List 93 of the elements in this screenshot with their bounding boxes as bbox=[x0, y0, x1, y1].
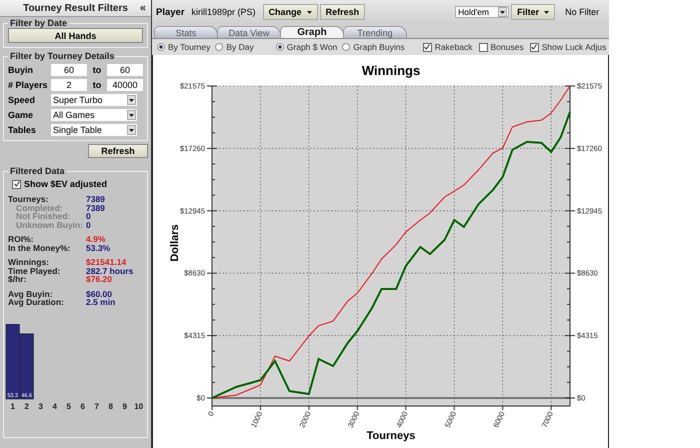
stat-label: ROI%: bbox=[8, 235, 34, 244]
tab[interactable]: Stats bbox=[154, 26, 218, 38]
stat-label: $/hr: bbox=[8, 275, 26, 284]
toolbar-button[interactable]: Change bbox=[262, 4, 318, 20]
stat-label: Avg Buyin: bbox=[8, 290, 53, 298]
tab[interactable]: Trending bbox=[343, 26, 407, 38]
axis-title: Dollars bbox=[169, 224, 181, 262]
filter-status: No Filter bbox=[565, 7, 600, 17]
checkbox[interactable] bbox=[530, 42, 539, 52]
caret-icon bbox=[129, 128, 134, 132]
game-dropdown[interactable]: Hold'em bbox=[455, 6, 510, 18]
stat-label: Time Played: bbox=[8, 266, 62, 275]
stat-value: $60.00 bbox=[86, 290, 112, 298]
group-title: Filter by Tourney Details bbox=[9, 51, 116, 61]
x-axis-label: 4 bbox=[52, 402, 57, 410]
dropdown[interactable]: Single Table bbox=[51, 124, 137, 136]
radio-button[interactable] bbox=[342, 43, 350, 51]
group-title: Filtered Data bbox=[9, 166, 66, 176]
x-axis-label: 1 bbox=[10, 402, 15, 410]
radio-label: By Tourney bbox=[168, 42, 210, 52]
range-separator: to bbox=[92, 80, 102, 90]
stat-label: Avg Duration: bbox=[8, 298, 65, 306]
radio-label: Graph Buyins bbox=[353, 42, 405, 52]
player-name: kirill1989pr (PS) bbox=[192, 7, 256, 17]
checkbox[interactable] bbox=[422, 42, 432, 52]
check-icon bbox=[424, 44, 430, 50]
checkbox[interactable] bbox=[12, 180, 21, 188]
checkbox-label: Show Luck Adjus bbox=[542, 42, 606, 52]
stat-value: 4.9% bbox=[86, 235, 106, 244]
from-field[interactable]: 60 bbox=[51, 64, 87, 76]
range-separator: to bbox=[92, 65, 102, 75]
caret-icon bbox=[544, 10, 550, 14]
caret-icon bbox=[306, 10, 312, 14]
to-field[interactable]: 40000 bbox=[107, 79, 143, 91]
x-axis-label: 9 bbox=[122, 402, 127, 410]
refresh-button[interactable]: Refresh bbox=[88, 144, 148, 158]
radio-button[interactable] bbox=[215, 43, 224, 51]
x-axis-label: 3 bbox=[38, 402, 43, 410]
tab[interactable]: Data View bbox=[217, 26, 281, 38]
stat-value: 53.3% bbox=[86, 244, 110, 252]
axis-title: Tourneys bbox=[366, 430, 416, 442]
stat-value: $21541.14 bbox=[86, 258, 126, 266]
stat-value: $76.20 bbox=[86, 275, 112, 284]
x-axis-label: 7 bbox=[94, 402, 99, 410]
stat-value: 0 bbox=[86, 220, 91, 229]
check-icon bbox=[14, 181, 20, 187]
to-field[interactable]: 60 bbox=[107, 64, 143, 76]
field-label: Game bbox=[8, 110, 34, 120]
stat-value: 2.5 min bbox=[86, 298, 116, 306]
stat-label: In the Money%: bbox=[8, 244, 72, 252]
stat-value: 0 bbox=[86, 212, 91, 220]
checkbox-label: Rakeback bbox=[434, 42, 472, 52]
stat-label: Tourneys: bbox=[8, 195, 50, 204]
x-axis-label: 8 bbox=[108, 402, 113, 410]
stat-label: Unknown Buyin: bbox=[15, 220, 84, 229]
stat-label: Completed: bbox=[16, 204, 63, 212]
stat-label: Not Finished: bbox=[15, 212, 72, 220]
player-label: Player bbox=[156, 6, 185, 18]
dropdown[interactable]: All Games bbox=[51, 109, 137, 121]
field-label: Speed bbox=[8, 95, 36, 105]
dropdown[interactable]: Super Turbo bbox=[51, 94, 137, 106]
tab[interactable]: Graph bbox=[280, 26, 344, 38]
field-label: # Players bbox=[8, 80, 48, 90]
field-label: Buyin bbox=[8, 65, 34, 75]
checkbox-label: Bonuses bbox=[490, 42, 524, 52]
x-axis-label: 6 bbox=[80, 402, 85, 410]
chart-title: Winnings bbox=[362, 63, 420, 78]
radio-button[interactable] bbox=[276, 43, 284, 51]
group-title: Filter by Date bbox=[9, 18, 68, 28]
checkbox[interactable] bbox=[478, 42, 488, 52]
x-axis-label: 5 bbox=[66, 402, 71, 410]
stat-value: 7389 bbox=[86, 195, 105, 204]
checkbox-label: Show $EV adjusted bbox=[24, 179, 108, 189]
histogram-bar bbox=[20, 333, 34, 399]
stat-label: Winnings: bbox=[8, 258, 50, 266]
filter-button[interactable]: Filter bbox=[511, 4, 556, 20]
toolbar-button[interactable]: Refresh bbox=[320, 4, 366, 20]
check-icon bbox=[531, 44, 538, 50]
caret-icon bbox=[129, 114, 134, 116]
panel-title: Tourney Result Filters bbox=[23, 2, 128, 14]
field-label: Tables bbox=[8, 125, 37, 135]
stat-value: 282.7 hours bbox=[86, 266, 134, 275]
x-axis-label: 2 bbox=[24, 402, 29, 410]
caret-icon bbox=[500, 10, 506, 14]
radio-label: By Day bbox=[226, 42, 254, 52]
date-filter-button[interactable]: All Hands bbox=[8, 28, 143, 43]
x-axis-label: 10 bbox=[134, 402, 144, 410]
stat-value: 7389 bbox=[86, 204, 105, 212]
radio-label: Graph $ Won bbox=[286, 42, 338, 52]
radio-button[interactable] bbox=[157, 43, 165, 51]
from-field[interactable]: 2 bbox=[51, 79, 87, 91]
caret-icon bbox=[129, 98, 134, 102]
collapse-button[interactable]: « bbox=[140, 2, 146, 14]
